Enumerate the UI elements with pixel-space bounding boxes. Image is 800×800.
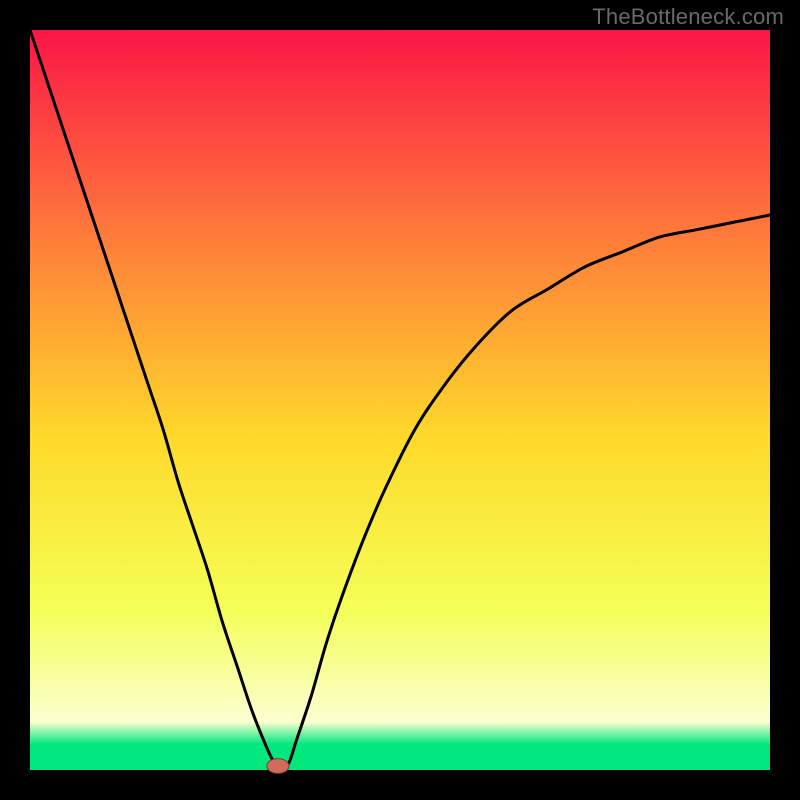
chart-frame: { "watermark": "TheBottleneck.com", "col… xyxy=(0,0,800,800)
plot-background xyxy=(30,30,770,770)
minimum-marker xyxy=(267,759,289,774)
bottleneck-chart xyxy=(0,0,800,800)
watermark-label: TheBottleneck.com xyxy=(592,4,784,30)
